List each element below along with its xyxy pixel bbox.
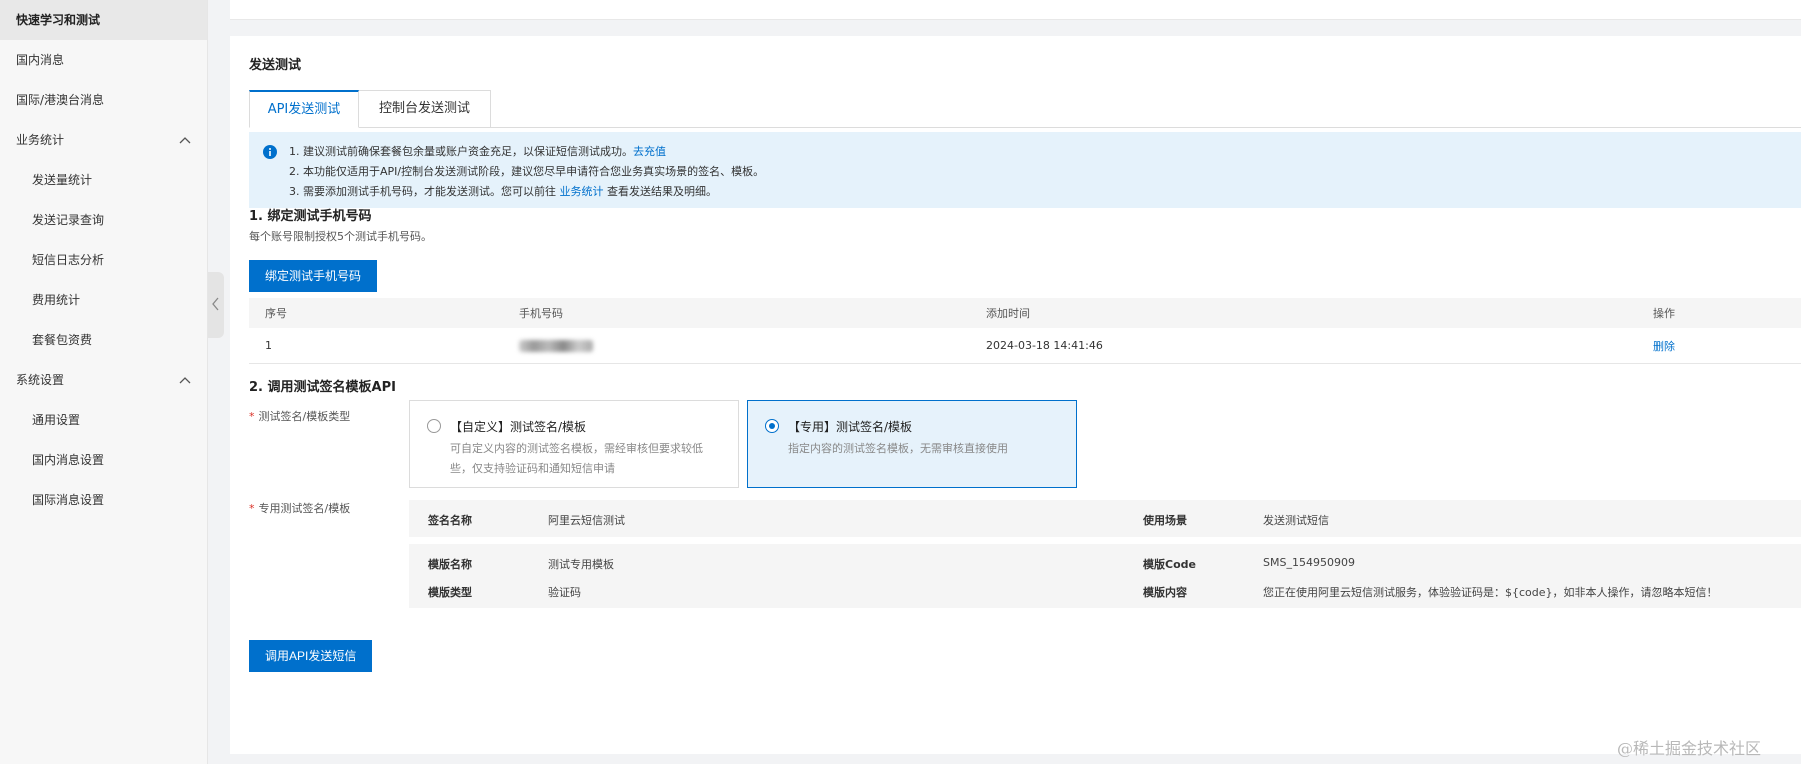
column-header-phone: 手机号码 <box>519 307 563 320</box>
sidebar-item-label: 快速学习和测试 <box>16 13 101 27</box>
sign-name-value: 阿里云短信测试 <box>548 514 625 527</box>
notice-line-2: 2. 本功能仅适用于API/控制台发送测试阶段，建议您尽早申请符合您业务真实场景… <box>289 165 765 178</box>
dedicated-template-label: * 专用测试签名/模板 <box>249 502 351 515</box>
usage-scene-value: 发送测试短信 <box>1263 514 1329 527</box>
sidebar-item-package-pricing[interactable]: 套餐包资费 <box>0 320 207 360</box>
step2-title: 2. 调用测试签名模板API <box>249 380 396 395</box>
chevron-up-icon <box>179 120 191 160</box>
template-type-value: 验证码 <box>548 586 581 599</box>
sidebar-collapse-handle[interactable] <box>208 272 224 338</box>
bind-test-phone-button[interactable]: 绑定测试手机号码 <box>249 260 378 292</box>
tab-api-send-test[interactable]: API发送测试 <box>249 90 359 128</box>
template-name-value: 测试专用模板 <box>548 558 614 571</box>
sidebar-item-label: 发送量统计 <box>32 173 93 187</box>
sidebar-item-send-records[interactable]: 发送记录查询 <box>0 200 207 240</box>
template-code-value: SMS_154950909 <box>1263 556 1355 569</box>
template-content-key: 模版内容 <box>1143 586 1187 599</box>
sidebar-item-label: 发送记录查询 <box>32 213 105 227</box>
sidebar-item-domestic-settings[interactable]: 国内消息设置 <box>0 440 207 480</box>
sign-name-key: 签名名称 <box>428 514 472 527</box>
template-content-value: 您正在使用阿里云短信测试服务，体验验证码是：${code}，如非本人操作，请忽略… <box>1263 586 1718 599</box>
sidebar-group-system-settings[interactable]: 系统设置 <box>0 360 207 400</box>
info-icon <box>263 145 277 162</box>
phone-number-redacted <box>519 328 593 363</box>
sidebar-item-international-messages[interactable]: 国际/港澳台消息 <box>0 80 207 120</box>
notice-line-3: 3. 需要添加测试手机号码，才能发送测试。您可以前往 业务统计 查看发送结果及明… <box>289 185 717 198</box>
table-row: 1 2024-03-18 14:41:46 删除 <box>249 328 1801 364</box>
column-header-added-time: 添加时间 <box>986 307 1030 320</box>
row-added-time: 2024-03-18 14:41:46 <box>986 339 1103 352</box>
signature-info-box: 签名名称 阿里云短信测试 使用场景 发送测试短信 <box>409 500 1801 537</box>
sidebar-item-general-settings[interactable]: 通用设置 <box>0 400 207 440</box>
template-code-key: 模版Code <box>1143 558 1196 571</box>
option-description: 可自定义内容的测试签名模板，需经审核但要求较低 些，仅支持验证码和通知短信申请 <box>450 442 703 475</box>
send-test-card: 发送测试 API发送测试 控制台发送测试 1. 建议测试前确保套餐包余量或账户资… <box>230 36 1801 754</box>
sidebar-item-label: 短信日志分析 <box>32 253 105 267</box>
sidebar-item-domestic-messages[interactable]: 国内消息 <box>0 40 207 80</box>
sidebar-item-label: 套餐包资费 <box>32 333 93 347</box>
option-description: 指定内容的测试签名模板，无需审核直接使用 <box>788 442 1008 455</box>
template-info-box: 模版名称 测试专用模板 模版Code SMS_154950909 模版类型 验证… <box>409 544 1801 608</box>
option-title: 【自定义】测试签名/模板 <box>450 420 587 434</box>
notice-line-1: 1. 建议测试前确保套餐包余量或账户资金充足，以保证短信测试成功。去充值 <box>289 145 666 158</box>
page-title: 发送测试 <box>249 58 302 73</box>
sidebar-group-business-stats[interactable]: 业务统计 <box>0 120 207 160</box>
test-phone-table: 序号 手机号码 添加时间 操作 1 2024-03-18 14:41:46 删除 <box>249 298 1801 364</box>
sidebar-item-label: 费用统计 <box>32 293 81 307</box>
step1-description: 每个账号限制授权5个测试手机号码。 <box>249 230 432 243</box>
table-header: 序号 手机号码 添加时间 操作 <box>249 298 1801 328</box>
tab-bar: API发送测试 控制台发送测试 <box>249 90 1801 128</box>
template-name-key: 模版名称 <box>428 558 472 571</box>
tab-console-send-test[interactable]: 控制台发送测试 <box>359 90 491 128</box>
sidebar-item-cost-stats[interactable]: 费用统计 <box>0 280 207 320</box>
sidebar-item-label: 国内消息 <box>16 53 65 67</box>
sidebar: 快速学习和测试 国内消息 国际/港澳台消息 业务统计 发送量统计 发送记录查询 … <box>0 0 208 764</box>
delete-link[interactable]: 删除 <box>1653 328 1675 363</box>
recharge-link[interactable]: 去充值 <box>633 145 666 158</box>
option-title: 【专用】测试签名/模板 <box>788 420 913 434</box>
sidebar-item-label: 通用设置 <box>32 413 81 427</box>
call-api-send-sms-button[interactable]: 调用API发送短信 <box>249 640 373 672</box>
required-marker: * <box>249 410 255 423</box>
template-type-key: 模版类型 <box>428 586 472 599</box>
radio-button-selected[interactable] <box>765 419 779 433</box>
sidebar-item-label: 业务统计 <box>16 133 65 147</box>
previous-card <box>230 0 1801 20</box>
chevron-up-icon <box>179 360 191 400</box>
sidebar-item-label: 国际消息设置 <box>32 493 105 507</box>
watermark: @稀土掘金技术社区 <box>1616 739 1761 758</box>
chevron-left-icon <box>212 297 220 314</box>
column-header-action: 操作 <box>1653 307 1675 320</box>
info-notice: 1. 建议测试前确保套餐包余量或账户资金充足，以保证短信测试成功。去充值 2. … <box>249 132 1801 208</box>
business-stats-link[interactable]: 业务统计 <box>560 185 604 198</box>
sidebar-item-international-settings[interactable]: 国际消息设置 <box>0 480 207 520</box>
sidebar-item-label: 系统设置 <box>16 373 65 387</box>
custom-template-option[interactable]: 【自定义】测试签名/模板 可自定义内容的测试签名模板，需经审核但要求较低 些，仅… <box>409 400 739 488</box>
sidebar-item-label: 国际/港澳台消息 <box>16 93 105 107</box>
dedicated-template-option[interactable]: 【专用】测试签名/模板 指定内容的测试签名模板，无需审核直接使用 <box>747 400 1077 488</box>
sidebar-item-quick-start[interactable]: 快速学习和测试 <box>0 0 207 40</box>
required-marker: * <box>249 502 255 515</box>
radio-button[interactable] <box>427 419 441 433</box>
sidebar-item-sms-log-analysis[interactable]: 短信日志分析 <box>0 240 207 280</box>
sidebar-item-send-volume[interactable]: 发送量统计 <box>0 160 207 200</box>
sidebar-item-label: 国内消息设置 <box>32 453 105 467</box>
usage-scene-key: 使用场景 <box>1143 514 1187 527</box>
step1-title: 1. 绑定测试手机号码 <box>249 209 372 224</box>
column-header-index: 序号 <box>265 307 287 320</box>
row-index: 1 <box>265 339 272 352</box>
template-type-label: * 测试签名/模板类型 <box>249 410 351 423</box>
